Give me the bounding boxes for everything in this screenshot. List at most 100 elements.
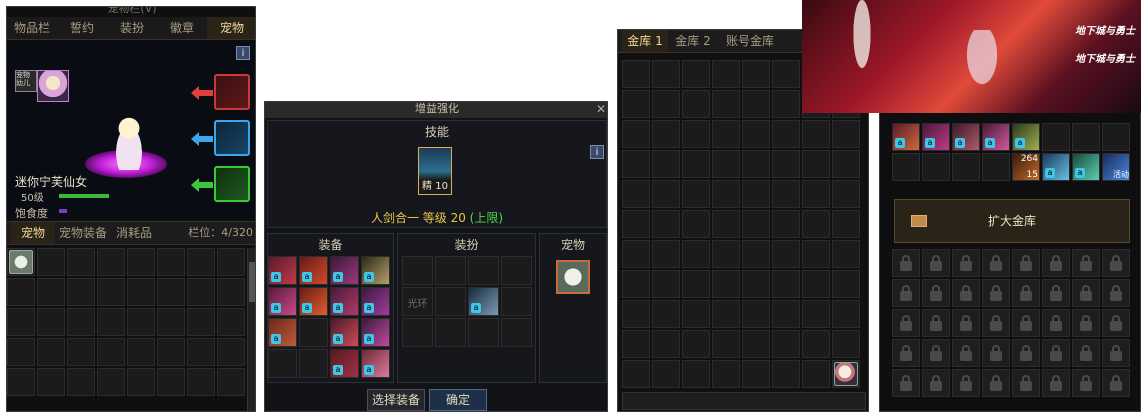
info-icon[interactable]: i [590, 145, 604, 159]
inventory-slot[interactable] [7, 338, 35, 366]
skill-icon[interactable]: 精 10 [418, 147, 452, 195]
vault-slot[interactable] [682, 270, 710, 298]
vault-slot[interactable] [772, 330, 800, 358]
account-item-slot[interactable] [1102, 123, 1130, 151]
inventory-slot[interactable] [67, 248, 95, 276]
vault-slot[interactable] [682, 240, 710, 268]
vault-slot[interactable] [712, 60, 740, 88]
equip-slot[interactable]: a [361, 318, 390, 347]
inventory-slot[interactable] [7, 308, 35, 336]
account-item-slot[interactable] [1072, 123, 1100, 151]
vault-slot[interactable] [832, 240, 860, 268]
vault-slot[interactable] [712, 210, 740, 238]
inventory-slot[interactable] [67, 308, 95, 336]
equip-slot[interactable]: a [299, 256, 328, 285]
avatar-slot[interactable]: a [468, 287, 499, 316]
vault-slot[interactable] [772, 150, 800, 178]
avatar-slot[interactable] [435, 318, 466, 347]
vault-slot[interactable] [712, 240, 740, 268]
avatar-slot[interactable] [468, 256, 499, 285]
avatar-slot[interactable] [435, 256, 466, 285]
subtab-consumable[interactable]: 消耗品 [111, 222, 157, 244]
inventory-slot[interactable] [37, 308, 65, 336]
info-icon[interactable]: i [236, 46, 250, 60]
vault-slot[interactable] [682, 90, 710, 118]
account-item-slot[interactable]: a [1012, 123, 1040, 151]
account-item-slot[interactable]: a [982, 123, 1010, 151]
vault-slot[interactable] [712, 150, 740, 178]
vault-slot[interactable] [802, 360, 830, 388]
account-item-slot[interactable]: a [1072, 153, 1100, 181]
vault-slot[interactable] [772, 270, 800, 298]
tab-oath[interactable]: 誓约 [57, 17, 107, 39]
vault-slot[interactable] [832, 150, 860, 178]
vault-slot[interactable] [802, 180, 830, 208]
inventory-slot[interactable] [217, 278, 245, 306]
inventory-slot[interactable] [157, 278, 185, 306]
inventory-slot[interactable] [67, 338, 95, 366]
vault-slot[interactable] [742, 90, 770, 118]
vault-slot[interactable] [652, 120, 680, 148]
vault-slot[interactable] [832, 120, 860, 148]
inventory-slot[interactable] [37, 368, 65, 396]
inventory-slot[interactable] [157, 368, 185, 396]
vault-slot[interactable] [772, 180, 800, 208]
vault-slot[interactable] [712, 180, 740, 208]
inventory-slot[interactable] [157, 248, 185, 276]
vault-slot[interactable] [682, 150, 710, 178]
inventory-slot[interactable] [67, 278, 95, 306]
vault-slot[interactable] [712, 360, 740, 388]
vault-slot[interactable] [622, 90, 650, 118]
avatar-slot-aura[interactable]: 光环 [402, 287, 433, 316]
vault-slot[interactable] [682, 60, 710, 88]
vault-slot[interactable] [832, 270, 860, 298]
inventory-slot[interactable] [37, 278, 65, 306]
inventory-slot[interactable] [127, 338, 155, 366]
avatar-slot[interactable] [402, 256, 433, 285]
avatar-slot[interactable] [501, 318, 532, 347]
vault-slot[interactable] [802, 300, 830, 328]
vault-slot[interactable] [742, 210, 770, 238]
account-item-slot[interactable]: 活动 [1102, 153, 1130, 181]
vault-slot[interactable] [802, 240, 830, 268]
vault-slot[interactable] [802, 150, 830, 178]
equip-slot[interactable]: a [330, 256, 359, 285]
subtab-pet-equip[interactable]: 宠物装备 [55, 222, 111, 244]
vault-slot[interactable] [772, 240, 800, 268]
inventory-slot[interactable] [127, 248, 155, 276]
vault-slot[interactable] [712, 330, 740, 358]
pet-equip-weapon-slot[interactable] [214, 74, 250, 110]
inventory-slot[interactable] [187, 368, 215, 396]
account-item-slot[interactable] [982, 153, 1010, 181]
account-item-slot[interactable] [922, 153, 950, 181]
vault-slot[interactable] [742, 60, 770, 88]
equip-slot[interactable] [299, 318, 328, 347]
vault-slot[interactable] [832, 300, 860, 328]
tab-account-vault[interactable]: 账号金库 [718, 30, 782, 52]
subtab-pet[interactable]: 宠物 [11, 222, 55, 244]
vault-slot[interactable] [802, 210, 830, 238]
vault-slot[interactable] [622, 180, 650, 208]
scrollbar-thumb[interactable] [249, 262, 255, 302]
vault-slot[interactable] [742, 360, 770, 388]
vault-slot[interactable] [682, 210, 710, 238]
vault-slot[interactable] [802, 330, 830, 358]
inventory-slot[interactable] [157, 308, 185, 336]
inventory-slot[interactable] [217, 368, 245, 396]
vault-slot[interactable] [772, 90, 800, 118]
vault-slot[interactable] [832, 360, 860, 388]
equip-slot[interactable]: a [361, 256, 390, 285]
vault-slot[interactable] [652, 150, 680, 178]
vault-slot[interactable] [832, 210, 860, 238]
scrollbar[interactable] [247, 248, 255, 411]
vault-slot[interactable] [652, 330, 680, 358]
equip-slot[interactable] [299, 349, 328, 378]
pet-equip-accessory-slot[interactable] [214, 166, 250, 202]
inventory-slot[interactable] [7, 248, 35, 276]
inventory-slot[interactable] [67, 368, 95, 396]
vault-slot[interactable] [682, 360, 710, 388]
vault-slot[interactable] [652, 90, 680, 118]
inventory-slot[interactable] [217, 338, 245, 366]
inventory-slot[interactable] [97, 368, 125, 396]
vault-slot[interactable] [622, 210, 650, 238]
